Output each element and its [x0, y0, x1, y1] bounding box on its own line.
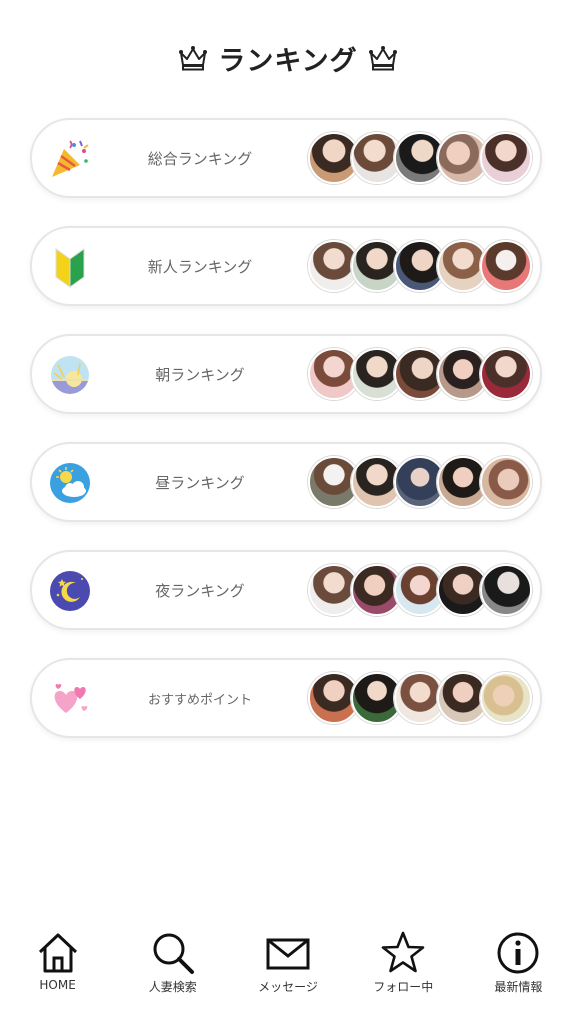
tab-search[interactable]: 人妻検索: [115, 920, 230, 1020]
tab-label: フォロー中: [373, 980, 434, 994]
beginner-mark-icon: [55, 248, 85, 288]
ranking-item-newcomer[interactable]: 新人ランキング: [30, 226, 542, 306]
ranking-page: ランキング 総合ランキング 新人ランキング 朝ランキング 昼ランキング 夜ランキ…: [0, 0, 576, 1024]
ranking-item-morning[interactable]: 朝ランキング: [30, 334, 542, 414]
tab-label: 最新情報: [494, 980, 543, 994]
tab-label: メッセージ: [258, 980, 318, 994]
avatar-stack: [308, 456, 532, 510]
avatar[interactable]: [480, 132, 532, 184]
ranking-label: 夜ランキング: [155, 581, 245, 600]
tab-label: HOME: [39, 978, 76, 992]
ranking-item-night[interactable]: 夜ランキング: [30, 550, 542, 630]
page-header: ランキング: [0, 36, 576, 80]
page-title: ランキング: [218, 45, 358, 77]
bottom-tab-bar: HOME 人妻検索 メッセージ フォロー中 最新情報: [0, 920, 576, 1020]
moon-stars-icon: [50, 571, 90, 611]
avatar-stack: [308, 240, 532, 294]
avatar-stack: [308, 564, 532, 618]
ranking-item-overall[interactable]: 総合ランキング: [30, 118, 542, 198]
info-icon: [497, 932, 539, 974]
star-icon: [381, 931, 425, 973]
hearts-icon: [54, 684, 88, 713]
avatar[interactable]: [480, 456, 532, 508]
avatar[interactable]: [480, 348, 532, 400]
ranking-label: 朝ランキング: [155, 365, 245, 384]
avatar[interactable]: [480, 240, 532, 292]
tab-messages[interactable]: メッセージ: [230, 920, 345, 1020]
tab-following[interactable]: フォロー中: [346, 920, 461, 1020]
search-icon: [153, 933, 194, 974]
ranking-list: 総合ランキング 新人ランキング 朝ランキング 昼ランキング 夜ランキング おすす…: [30, 118, 542, 766]
ranking-label: おすすめポイント: [147, 692, 252, 708]
crown-icon: [368, 46, 397, 71]
home-icon: [38, 933, 77, 973]
avatar-stack: [308, 132, 532, 186]
ranking-label: 新人ランキング: [147, 257, 253, 276]
avatar[interactable]: [480, 672, 532, 724]
tab-home[interactable]: HOME: [0, 920, 115, 1020]
sun-cloud-icon: [50, 463, 90, 503]
party-popper-icon: [52, 140, 89, 177]
ranking-label: 昼ランキング: [155, 473, 245, 492]
sunrise-icon: [51, 356, 89, 394]
tab-label: 人妻検索: [148, 980, 197, 994]
mail-icon: [266, 938, 310, 970]
avatar-stack: [308, 348, 532, 402]
avatar-stack: [308, 672, 532, 726]
tab-news[interactable]: 最新情報: [461, 920, 576, 1020]
avatar[interactable]: [480, 564, 532, 616]
ranking-item-recommended[interactable]: おすすめポイント: [30, 658, 542, 738]
ranking-item-daytime[interactable]: 昼ランキング: [30, 442, 542, 522]
crown-icon: [179, 46, 208, 71]
ranking-label: 総合ランキング: [147, 149, 253, 168]
